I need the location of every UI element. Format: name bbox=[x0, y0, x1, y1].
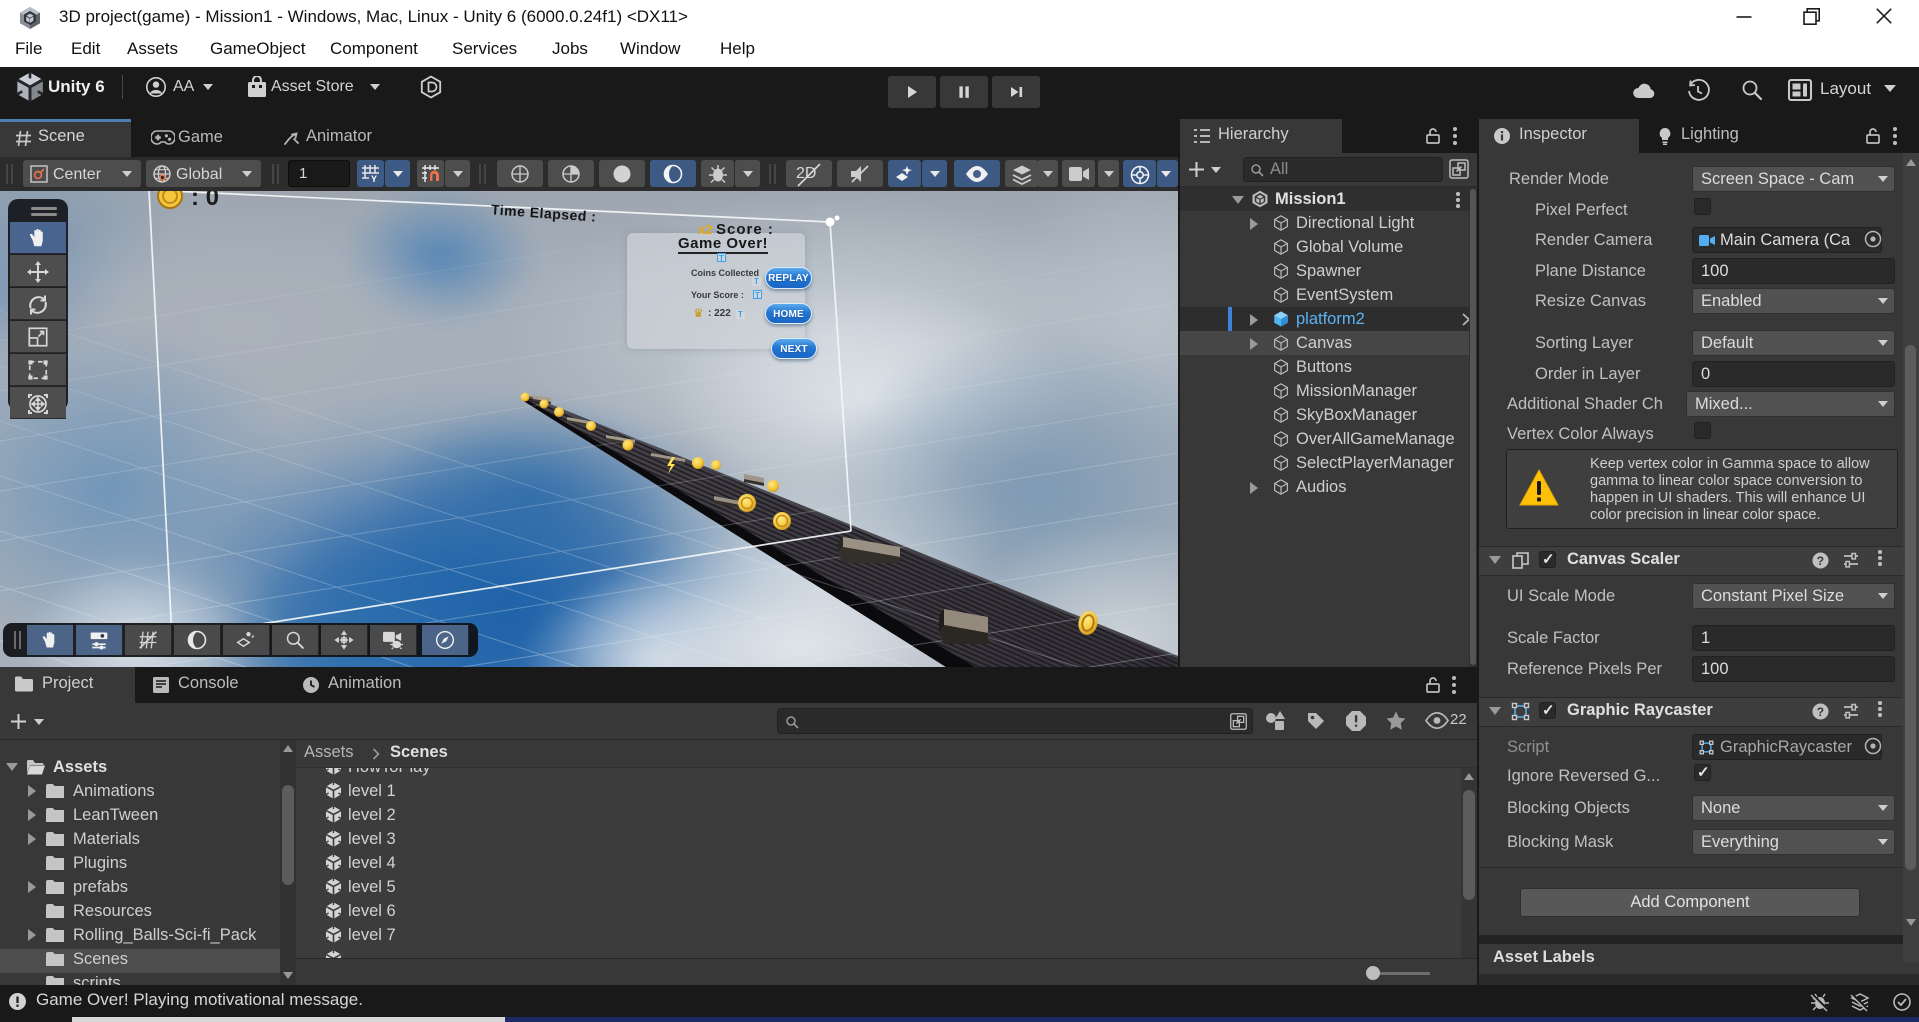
svg-text:?: ? bbox=[1817, 705, 1824, 719]
svg-text:Y: Y bbox=[371, 174, 377, 183]
svg-text:?: ? bbox=[1817, 554, 1824, 568]
svg-text:: 0: : 0 bbox=[191, 191, 219, 211]
